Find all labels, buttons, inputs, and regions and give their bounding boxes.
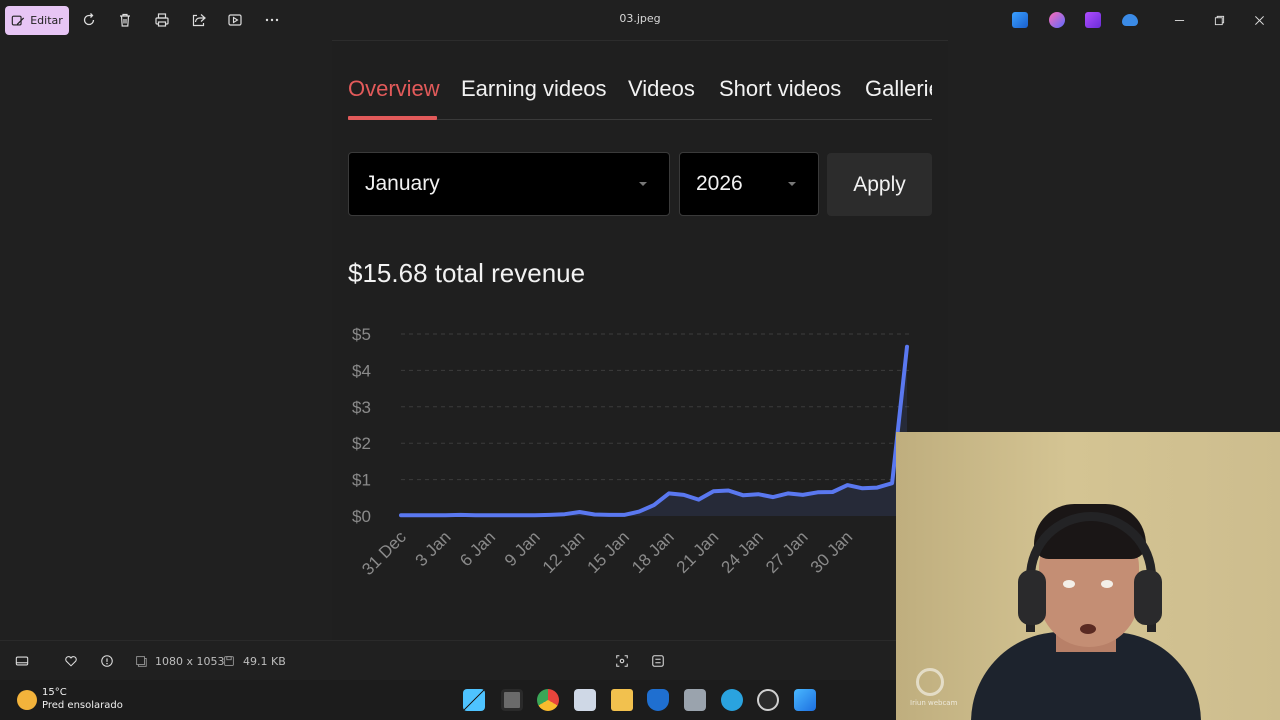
webcam-watermark: Iriun webcam (910, 699, 958, 707)
calculator-icon[interactable] (684, 689, 706, 711)
x-tick-label: 15 Jan (584, 527, 634, 577)
snipping-tool-icon[interactable] (574, 689, 596, 711)
task-view-icon[interactable] (501, 689, 523, 711)
weather-temperature[interactable]: 15°C (42, 687, 67, 698)
print-icon[interactable] (152, 10, 172, 30)
y-tick-label: $5 (352, 325, 371, 344)
edit-button[interactable]: Editar (5, 6, 69, 35)
title-bar: Editar 03.jpeg (0, 0, 1280, 40)
start-icon[interactable] (463, 689, 485, 711)
file-name: 03.jpeg (619, 12, 661, 25)
headphone-cup-right (1134, 570, 1162, 625)
x-tick-label: 24 Jan (717, 527, 767, 577)
edit-image-icon (11, 15, 25, 26)
chevron-down-icon (639, 182, 647, 186)
favorite-icon[interactable] (63, 653, 79, 669)
total-revenue: $15.68 total revenue (348, 258, 586, 288)
y-tick-label: $0 (352, 507, 371, 526)
chevron-down-icon (788, 182, 796, 186)
tab-videos[interactable]: Videos (628, 76, 695, 102)
sun-icon[interactable] (17, 690, 37, 710)
tab-earning-videos[interactable]: Earning videos (461, 76, 607, 102)
displayed-image: Overview Earning videos Videos Short vid… (332, 40, 948, 640)
file-size-icon (221, 653, 237, 669)
headphone-cup-left (1018, 570, 1046, 625)
designer-app-icon[interactable] (1049, 12, 1065, 28)
x-tick-label: 6 Jan (456, 527, 499, 570)
year-select-value: 2026 (696, 172, 743, 195)
x-tick-label: 12 Jan (539, 527, 589, 577)
actual-size-icon[interactable] (650, 653, 666, 669)
info-icon[interactable] (99, 653, 115, 669)
person-eye-left (1063, 580, 1075, 588)
onedrive-icon[interactable] (1122, 14, 1138, 26)
person-mouth (1080, 624, 1096, 634)
restore-icon[interactable] (1209, 10, 1229, 30)
month-select-value: January (365, 172, 440, 195)
minimize-icon[interactable] (1169, 10, 1189, 30)
clipchamp-app-icon[interactable] (1085, 12, 1101, 28)
series-line (399, 344, 909, 518)
webcam-logo-icon (916, 668, 944, 696)
x-tick-label: 31 Dec (358, 527, 410, 579)
rotate-icon[interactable] (79, 10, 99, 30)
x-tick-label: 18 Jan (628, 527, 678, 577)
x-tick-label: 9 Jan (501, 527, 544, 570)
share-icon[interactable] (189, 10, 209, 30)
x-tick-label: 3 Jan (412, 527, 455, 570)
webcam-overlay: Iriun webcam (896, 432, 1280, 720)
chrome-icon[interactable] (537, 689, 559, 711)
tab-short-videos[interactable]: Short videos (719, 76, 841, 102)
image-dimensions: 1080 x 1053 (155, 655, 225, 668)
revenue-line-chart: $0$1$2$3$4$531 Dec 3 Jan 6 Jan 9 Jan12 Jan1… (352, 325, 912, 579)
defender-icon[interactable] (647, 689, 669, 711)
person-eye-right (1101, 580, 1113, 588)
slideshow-icon[interactable] (225, 10, 245, 30)
weather-description[interactable]: Pred ensolarado (42, 700, 123, 711)
apply-button[interactable]: Apply (827, 153, 932, 216)
file-explorer-icon[interactable] (611, 689, 633, 711)
x-tick-label: 21 Jan (673, 527, 723, 577)
y-tick-label: $4 (352, 361, 371, 380)
file-size: 49.1 KB (243, 655, 286, 668)
filmstrip-icon[interactable] (14, 653, 30, 669)
active-tab-indicator (348, 116, 437, 120)
x-tick-label: 27 Jan (762, 527, 812, 577)
year-select[interactable]: 2026 (679, 152, 819, 216)
x-tick-label: 30 Jan (807, 527, 857, 577)
telegram-icon[interactable] (721, 689, 743, 711)
delete-icon[interactable] (115, 10, 135, 30)
tab-galleries[interactable]: Gallerie (865, 76, 932, 102)
y-tick-label: $3 (352, 398, 371, 417)
more-icon[interactable] (262, 10, 282, 30)
y-tick-label: $2 (352, 434, 371, 453)
edit-button-label: Editar (30, 14, 63, 27)
photos-icon[interactable] (794, 689, 816, 711)
tab-overview[interactable]: Overview (348, 76, 440, 102)
tab-bar: Overview Earning videos Videos Short vid… (348, 70, 932, 120)
month-select[interactable]: January (348, 152, 670, 216)
obs-icon[interactable] (757, 689, 779, 711)
y-tick-label: $1 (352, 471, 371, 490)
photos-app-icon[interactable] (1012, 12, 1028, 28)
fit-to-window-icon[interactable] (614, 653, 630, 669)
dimensions-icon (133, 653, 149, 669)
image-top-edge (332, 40, 948, 41)
close-icon[interactable] (1249, 10, 1269, 30)
